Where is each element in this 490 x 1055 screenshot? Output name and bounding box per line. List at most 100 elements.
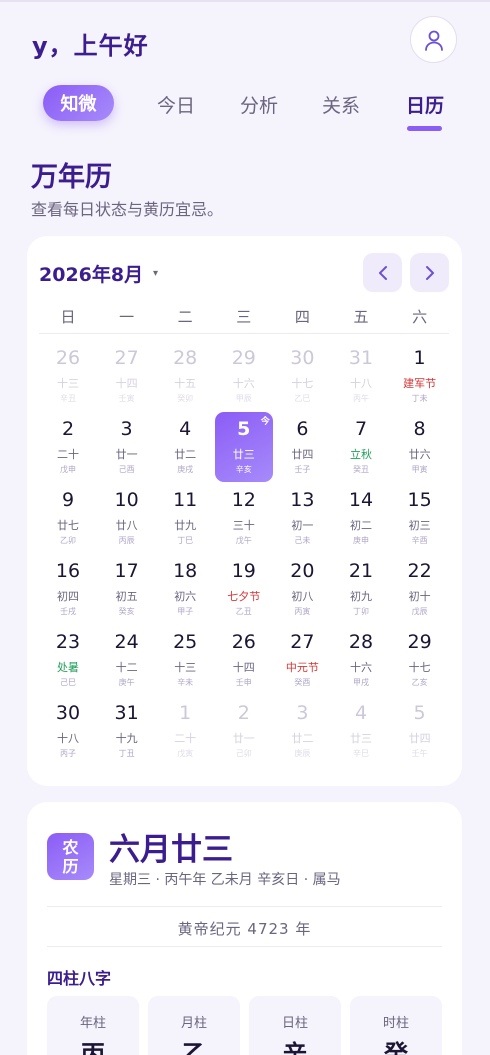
- day-cell[interactable]: 4 廿二 庚戌: [156, 412, 214, 482]
- profile-button[interactable]: [410, 16, 457, 63]
- day-number: 4: [179, 418, 192, 440]
- lunar-day: 二十: [57, 448, 79, 461]
- ganzhi-label: 辛未: [177, 678, 194, 687]
- day-cell[interactable]: 29 十六 甲辰: [215, 341, 273, 411]
- day-cell[interactable]: 1 建军节 丁未: [391, 341, 449, 411]
- tab-analysis[interactable]: 分析: [240, 91, 278, 118]
- day-cell[interactable]: 28 十五 癸卯: [156, 341, 214, 411]
- day-cell[interactable]: 26 十三 辛丑: [39, 341, 97, 411]
- day-cell[interactable]: 7 立秋 癸丑: [332, 412, 390, 482]
- day-cell[interactable]: 4 廿三 辛巳: [332, 696, 390, 766]
- ganzhi-label: 甲寅: [411, 465, 428, 474]
- day-number: 31: [114, 702, 139, 724]
- day-number: 5: [413, 702, 426, 724]
- day-cell[interactable]: 31 十九 丁丑: [98, 696, 156, 766]
- day-cell[interactable]: 12 三十 戊午: [215, 483, 273, 553]
- day-cell[interactable]: 3 廿一己酉: [98, 412, 156, 482]
- day-cell[interactable]: 22 初十 戊辰: [391, 554, 449, 624]
- day-cell[interactable]: 5 廿四 壬午: [391, 696, 449, 766]
- day-cell[interactable]: 27 中元节 癸酉: [273, 625, 331, 695]
- lunar-date: 六月廿三: [109, 832, 233, 868]
- user-icon: [424, 30, 443, 51]
- tab-calendar[interactable]: 日历: [406, 91, 444, 118]
- lunar-day: 廿四: [408, 732, 431, 745]
- pillar-year: 年柱 丙: [47, 996, 139, 1055]
- lunar-day: 初九: [350, 590, 372, 603]
- day-cell[interactable]: 17 初五 癸亥: [98, 554, 156, 624]
- detail-card: 农 历 六月廿三 星期三 · 丙午年 乙未月 辛亥日 · 属马 黄帝纪元 472…: [27, 802, 462, 1055]
- lunar-badge-char: 农: [62, 837, 79, 857]
- lunar-day: 廿九: [174, 519, 197, 532]
- tab-zhiwei[interactable]: 知微: [43, 85, 114, 121]
- day-cell[interactable]: 1 二十 戊寅: [156, 696, 214, 766]
- lunar-day: 廿一: [115, 448, 138, 461]
- prev-month-button[interactable]: [363, 253, 402, 292]
- day-cell[interactable]: 30 十八 丙子: [39, 696, 97, 766]
- day-number: 3: [120, 418, 133, 440]
- tab-today[interactable]: 今日: [157, 91, 195, 118]
- day-number: 27: [114, 347, 139, 369]
- day-cell[interactable]: 20 初八 丙寅: [273, 554, 331, 624]
- day-cell[interactable]: 2 廿一 己卯: [215, 696, 273, 766]
- day-cell[interactable]: 26 十四 壬申: [215, 625, 273, 695]
- day-cell[interactable]: 15 初三 辛酉: [391, 483, 449, 553]
- day-cell[interactable]: 10 廿八 丙辰: [98, 483, 156, 553]
- day-cell[interactable]: 2 二十 戊申: [39, 412, 97, 482]
- day-cell[interactable]: 11 廿九 丁巳: [156, 483, 214, 553]
- day-number: 31: [348, 347, 374, 369]
- day-cell[interactable]: 29 十七 乙亥: [391, 625, 449, 695]
- lunar-day: 廿七: [57, 519, 79, 532]
- divider: [47, 946, 442, 947]
- day-cell-today[interactable]: 5 廿三 辛亥今: [214, 412, 273, 482]
- tab-bar: 知微 今日 分析 关系 日历: [0, 80, 490, 135]
- ganzhi-label: 甲辰: [235, 394, 252, 403]
- day-cell[interactable]: 18 初六 甲子: [156, 554, 214, 624]
- day-cell[interactable]: 25 十三 辛未: [156, 625, 214, 695]
- day-cell[interactable]: 23 处暑 己巳: [39, 625, 97, 695]
- day-number: 2: [237, 702, 250, 724]
- ganzhi-label: 乙卯: [60, 536, 76, 545]
- day-cell[interactable]: 8 廿六 甲寅: [391, 412, 449, 482]
- ganzhi-label: 丁巳: [177, 536, 194, 545]
- day-number: 12: [231, 489, 256, 511]
- day-number: 1: [413, 347, 426, 369]
- solar-term-label: 立秋: [350, 448, 372, 461]
- day-cell[interactable]: 21 初九 丁卯: [332, 554, 390, 624]
- lunar-day: 初三: [408, 519, 431, 532]
- next-month-button[interactable]: [410, 253, 449, 292]
- tab-relations[interactable]: 关系: [322, 91, 360, 118]
- month-selector[interactable]: 2026年8月: [39, 260, 143, 287]
- day-number: 30: [290, 347, 315, 369]
- lunar-day: 三十: [232, 519, 255, 532]
- lunar-day: 廿二: [291, 732, 314, 745]
- day-cell[interactable]: 9 廿七 乙卯: [39, 483, 97, 553]
- day-number: 24: [114, 631, 139, 653]
- festival-label: 七夕节: [227, 590, 261, 603]
- day-cell[interactable]: 19 七夕节 乙丑: [215, 554, 273, 624]
- day-cell[interactable]: 28 十六 甲戌: [332, 625, 390, 695]
- ganzhi-label: 癸酉: [294, 678, 311, 687]
- lunar-day: 十二: [115, 661, 138, 674]
- ganzhi-label: 庚申: [353, 536, 369, 545]
- lunar-day: 十八: [57, 732, 79, 745]
- day-cell[interactable]: 16 初四 壬戌: [39, 554, 97, 624]
- ganzhi-label: 癸丑: [353, 465, 369, 474]
- day-cell[interactable]: 24 十二 庚午: [98, 625, 156, 695]
- day-cell[interactable]: 3 廿二 庚辰: [273, 696, 331, 766]
- ganzhi-label: 己酉: [118, 465, 135, 474]
- day-cell[interactable]: 6 廿四 壬子: [273, 412, 331, 482]
- day-cell[interactable]: 14 初二 庚申: [332, 483, 390, 553]
- day-cell[interactable]: 31 十八 丙午: [332, 341, 390, 411]
- lunar-day: 初八: [291, 590, 314, 603]
- ganzhi-label: 丙辰: [118, 536, 135, 545]
- pillar-hour: 时柱 癸: [350, 996, 442, 1055]
- caret-down-icon[interactable]: ▾: [153, 268, 158, 279]
- pillar-stem: 辛: [283, 1040, 307, 1055]
- day-cell[interactable]: 27 十四 壬寅: [98, 341, 156, 411]
- day-cell[interactable]: 13 初一 己未: [273, 483, 331, 553]
- day-cell[interactable]: 30 十七 乙巳: [273, 341, 331, 411]
- festival-label: 建军节: [403, 377, 437, 390]
- lunar-day: 十七: [408, 661, 431, 674]
- lunar-day: 十六: [350, 661, 372, 674]
- calendar-card: 2026年8月 ▾ 日一二三四五六 26 十三 辛丑 27 十四 壬寅 28 十五 癸卯 29 十六…: [27, 236, 462, 786]
